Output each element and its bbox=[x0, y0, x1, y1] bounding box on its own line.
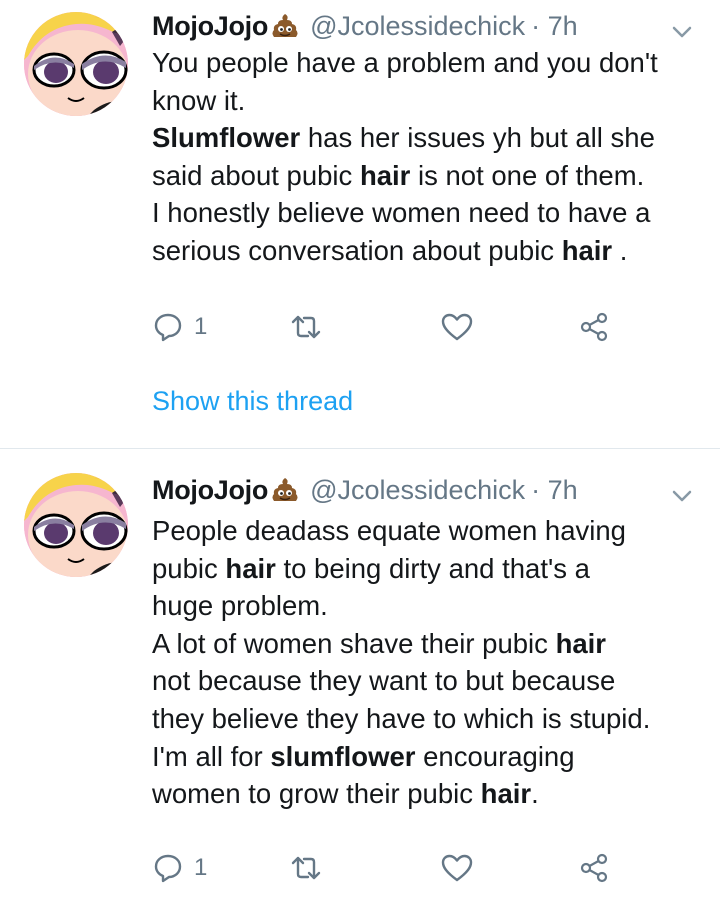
reply-count: 1 bbox=[194, 854, 208, 881]
tweet-text-line: People deadass equate women having bbox=[152, 512, 712, 550]
highlighted-keyword: hair bbox=[480, 778, 532, 810]
text-run: huge problem. bbox=[152, 590, 328, 622]
speech-bubble-icon bbox=[154, 854, 182, 883]
tweet-actions: 1 bbox=[152, 848, 632, 888]
text-run: encouraging bbox=[415, 740, 575, 772]
tweet-text-line: I'm all for slumflower encouraging bbox=[152, 738, 712, 776]
retweet-icon bbox=[291, 856, 321, 880]
tweet-header: MojoJojo @Jcolessidechick · 7h bbox=[152, 472, 578, 508]
text-run: People deadass equate women having bbox=[152, 515, 626, 546]
tweet-text-line: huge problem. bbox=[152, 587, 712, 625]
text-run: women to grow their pubic bbox=[152, 778, 481, 810]
tweet[interactable]: MojoJojo @Jcolessidechick · 7h People de… bbox=[0, 0, 720, 912]
heart-icon bbox=[441, 854, 473, 882]
pile-of-poo-icon bbox=[270, 475, 300, 505]
tweet-text: People deadass equate women having pubic … bbox=[152, 512, 712, 813]
tweet-text-line: they believe they have to which is stupi… bbox=[152, 700, 712, 738]
text-run: not because they want to but because bbox=[152, 665, 616, 697]
like-button[interactable] bbox=[440, 848, 474, 888]
chevron-down-icon[interactable] bbox=[668, 486, 696, 506]
text-run: A lot of women shave their pubic bbox=[152, 627, 556, 659]
text-run: pubic bbox=[152, 552, 226, 584]
highlighted-keyword: hair bbox=[225, 552, 276, 584]
tweet-text-line: not because they want to but because bbox=[152, 662, 712, 700]
tweet-text-line: A lot of women shave their pubic hair bbox=[152, 625, 712, 663]
share-button[interactable] bbox=[578, 848, 610, 888]
retweet-button[interactable] bbox=[288, 848, 324, 888]
user-handle[interactable]: @Jcolessidechick bbox=[310, 475, 525, 506]
highlighted-keyword: hair bbox=[555, 627, 606, 659]
text-run: I'm all for bbox=[152, 740, 271, 772]
text-run: they believe they have to which is stupi… bbox=[152, 702, 651, 734]
share-icon bbox=[580, 853, 608, 883]
text-run: . bbox=[531, 778, 539, 810]
text-run: to being dirty and that's a bbox=[275, 552, 590, 584]
reply-button[interactable]: 1 bbox=[152, 848, 207, 888]
tweet-text-line: pubic hair to being dirty and that's a bbox=[152, 550, 712, 588]
tweet-text-line: women to grow their pubic hair. bbox=[152, 775, 712, 813]
display-name[interactable]: MojoJojo bbox=[152, 475, 268, 506]
avatar[interactable] bbox=[24, 473, 128, 577]
highlighted-keyword: slumflower bbox=[270, 740, 416, 772]
timestamp[interactable]: · 7h bbox=[531, 475, 578, 506]
